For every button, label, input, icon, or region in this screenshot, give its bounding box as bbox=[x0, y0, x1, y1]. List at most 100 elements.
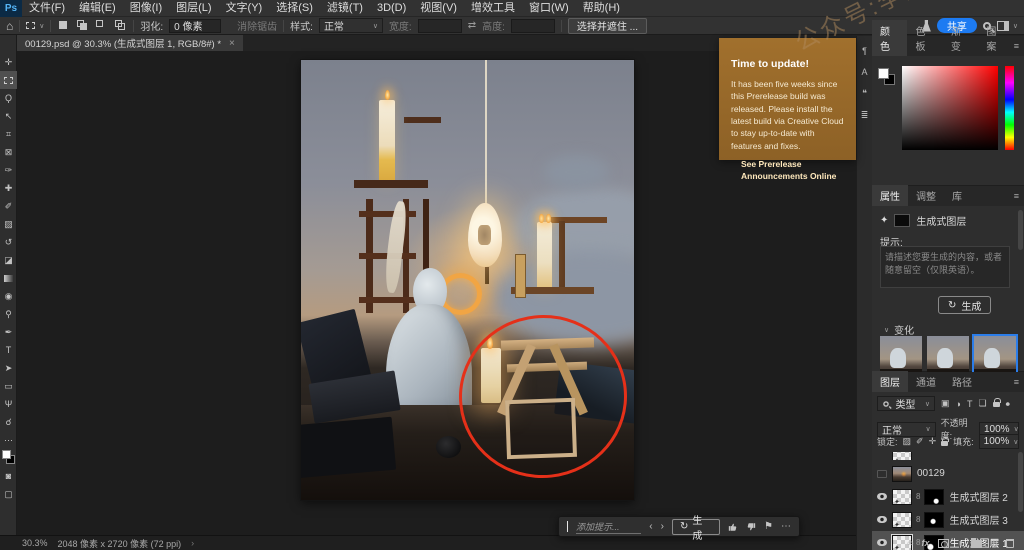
filter-shape-layers-icon[interactable]: ❏ bbox=[978, 398, 986, 409]
select-and-mask-button[interactable]: 选择并遮住 ... bbox=[568, 18, 647, 34]
prompt-input[interactable]: 添加提示... bbox=[576, 520, 641, 534]
filter-adjustment-layers-icon[interactable]: ◑ bbox=[956, 399, 961, 409]
gradient-tool[interactable] bbox=[0, 269, 17, 287]
visibility-toggle-off[interactable] bbox=[877, 470, 887, 478]
crop-tool[interactable]: ⌗ bbox=[0, 125, 17, 143]
close-tab-icon[interactable]: × bbox=[229, 38, 235, 49]
panel-menu-icon[interactable]: ≡ bbox=[1014, 191, 1019, 201]
comments-panel-icon[interactable]: ❝ bbox=[862, 88, 867, 99]
tab-swatches[interactable]: 色板 bbox=[907, 20, 942, 56]
zoom-level[interactable]: 30.3% bbox=[22, 538, 48, 548]
new-group-icon[interactable] bbox=[971, 540, 982, 548]
panel-menu-icon[interactable]: ≡ bbox=[1014, 41, 1019, 51]
menu-select[interactable]: 选择(S) bbox=[269, 0, 320, 17]
quick-mask-button[interactable]: ◙ bbox=[0, 467, 17, 485]
height-input[interactable] bbox=[511, 19, 555, 33]
fill-dropdown[interactable]: 100%∨ bbox=[979, 434, 1019, 449]
tab-channels[interactable]: 通道 bbox=[908, 371, 944, 392]
antialias-checkbox[interactable]: 消除锯齿 bbox=[237, 18, 277, 33]
layer-thumbnail[interactable] bbox=[892, 466, 912, 482]
foreground-color-swatch[interactable] bbox=[2, 450, 11, 459]
visibility-toggle-on[interactable] bbox=[877, 516, 887, 523]
menu-window[interactable]: 窗口(W) bbox=[522, 0, 576, 17]
menu-help[interactable]: 帮助(H) bbox=[576, 0, 627, 17]
layer-row-partial[interactable] bbox=[872, 452, 1024, 460]
feather-input[interactable]: 0 像素 bbox=[169, 19, 221, 33]
object-selection-tool[interactable]: ↖ bbox=[0, 107, 17, 125]
new-selection-button[interactable] bbox=[57, 19, 70, 32]
character-panel-icon[interactable]: A bbox=[861, 67, 867, 77]
menu-file[interactable]: 文件(F) bbox=[22, 0, 72, 17]
frame-tool[interactable]: ⊠ bbox=[0, 143, 17, 161]
filter-pixel-layers-icon[interactable]: ▣ bbox=[941, 398, 950, 409]
variations-header[interactable]: ∨ 变化 bbox=[880, 322, 914, 337]
menu-layer[interactable]: 图层(L) bbox=[169, 0, 218, 17]
menu-view[interactable]: 视图(V) bbox=[413, 0, 464, 17]
panel-menu-icon[interactable]: ≡ bbox=[1014, 377, 1019, 387]
scrollbar[interactable] bbox=[1018, 210, 1023, 250]
add-mask-icon[interactable] bbox=[938, 539, 949, 548]
menu-filter[interactable]: 滤镜(T) bbox=[320, 0, 370, 17]
generative-layer-thumbnail[interactable] bbox=[892, 489, 912, 505]
color-swatches[interactable] bbox=[0, 449, 17, 467]
layer-row[interactable]: 8 生成式图层 3 bbox=[872, 508, 1024, 531]
layer-filter-dropdown[interactable]: 类型∨ bbox=[877, 396, 935, 411]
menu-type[interactable]: 文字(Y) bbox=[219, 0, 270, 17]
layer-row[interactable]: 8 生成式图层 2 bbox=[872, 485, 1024, 508]
thumbs-down-icon[interactable] bbox=[746, 522, 756, 532]
layer-name[interactable]: 生成式图层 3 bbox=[949, 512, 1007, 527]
generate-button[interactable]: ↻ 生成 bbox=[672, 519, 720, 535]
blur-tool[interactable]: ◉ bbox=[0, 287, 17, 305]
visibility-toggle-on[interactable] bbox=[877, 493, 887, 500]
pen-tool[interactable]: ✒ bbox=[0, 323, 17, 341]
edit-toolbar-icon[interactable]: ⋯ bbox=[0, 431, 17, 449]
paragraph-panel-icon[interactable]: ¶ bbox=[862, 46, 867, 56]
generate-button[interactable]: ↻ 生成 bbox=[938, 296, 991, 314]
more-options-icon[interactable]: ⋯ bbox=[781, 521, 791, 532]
tab-libraries[interactable]: 库 bbox=[944, 185, 970, 206]
document-tab[interactable]: 00129.psd @ 30.3% (生成式图层 1, RGB/8#) * × bbox=[17, 35, 243, 51]
color-swatches-mini[interactable] bbox=[878, 68, 898, 88]
intersect-selection-button[interactable] bbox=[114, 19, 127, 32]
update-notification[interactable]: Time to update! It has been five weeks s… bbox=[719, 38, 856, 160]
clone-stamp-tool[interactable]: ▨ bbox=[0, 215, 17, 233]
document-canvas[interactable] bbox=[301, 60, 634, 500]
layer-name[interactable]: 00129 bbox=[917, 468, 945, 479]
eraser-tool[interactable]: ◪ bbox=[0, 251, 17, 269]
previous-variation-icon[interactable]: ‹ bbox=[649, 521, 652, 532]
tab-paths[interactable]: 路径 bbox=[944, 371, 980, 392]
generative-layer-thumbnail[interactable] bbox=[892, 512, 912, 528]
zoom-tool[interactable]: ☌ bbox=[0, 413, 17, 431]
filter-pin-icon[interactable]: ⦁ bbox=[1006, 398, 1011, 409]
menu-image[interactable]: 图像(I) bbox=[123, 0, 169, 17]
prerelease-announcements-link[interactable]: See Prerelease Announcements Online bbox=[741, 159, 846, 183]
tab-patterns[interactable]: 图案 bbox=[978, 20, 1013, 56]
subtract-selection-button[interactable] bbox=[95, 19, 108, 32]
layer-name[interactable]: 生成式图层 2 bbox=[949, 489, 1007, 504]
hue-slider[interactable] bbox=[1005, 66, 1014, 150]
adjustment-layer-icon[interactable]: ◑ bbox=[957, 538, 963, 549]
flag-icon[interactable]: ⚑ bbox=[764, 521, 773, 532]
eyedropper-tool[interactable]: ✑ bbox=[0, 161, 17, 179]
photoshop-logo[interactable]: Ps bbox=[0, 0, 22, 17]
filter-smart-objects-icon[interactable] bbox=[993, 402, 1000, 407]
tab-layers[interactable]: 图层 bbox=[872, 371, 908, 392]
history-brush-tool[interactable]: ↺ bbox=[0, 233, 17, 251]
tab-adjustments[interactable]: 调整 bbox=[908, 185, 944, 206]
scrollbar[interactable] bbox=[1018, 452, 1023, 512]
foreground-color-swatch[interactable] bbox=[878, 68, 889, 79]
tab-properties[interactable]: 属性 bbox=[872, 185, 908, 206]
status-menu-icon[interactable]: › bbox=[191, 538, 194, 548]
lasso-tool[interactable]: Ϙ bbox=[0, 89, 17, 107]
tab-color[interactable]: 颜色 bbox=[872, 20, 907, 56]
menu-edit[interactable]: 编辑(E) bbox=[72, 0, 123, 17]
lock-move-icon[interactable]: ✛ bbox=[929, 436, 937, 447]
swap-dimensions-icon[interactable]: ⇄ bbox=[468, 20, 476, 31]
tab-gradients[interactable]: 渐变 bbox=[943, 20, 978, 56]
filter-type-layers-icon[interactable]: T bbox=[967, 399, 973, 409]
screen-mode-button[interactable]: ▢ bbox=[0, 485, 17, 503]
new-layer-icon[interactable]: ⊞ bbox=[990, 538, 998, 549]
menu-plugins[interactable]: 增效工具 bbox=[464, 0, 522, 17]
lock-paint-icon[interactable]: ✐ bbox=[916, 436, 924, 447]
lock-all-icon[interactable] bbox=[941, 441, 948, 446]
